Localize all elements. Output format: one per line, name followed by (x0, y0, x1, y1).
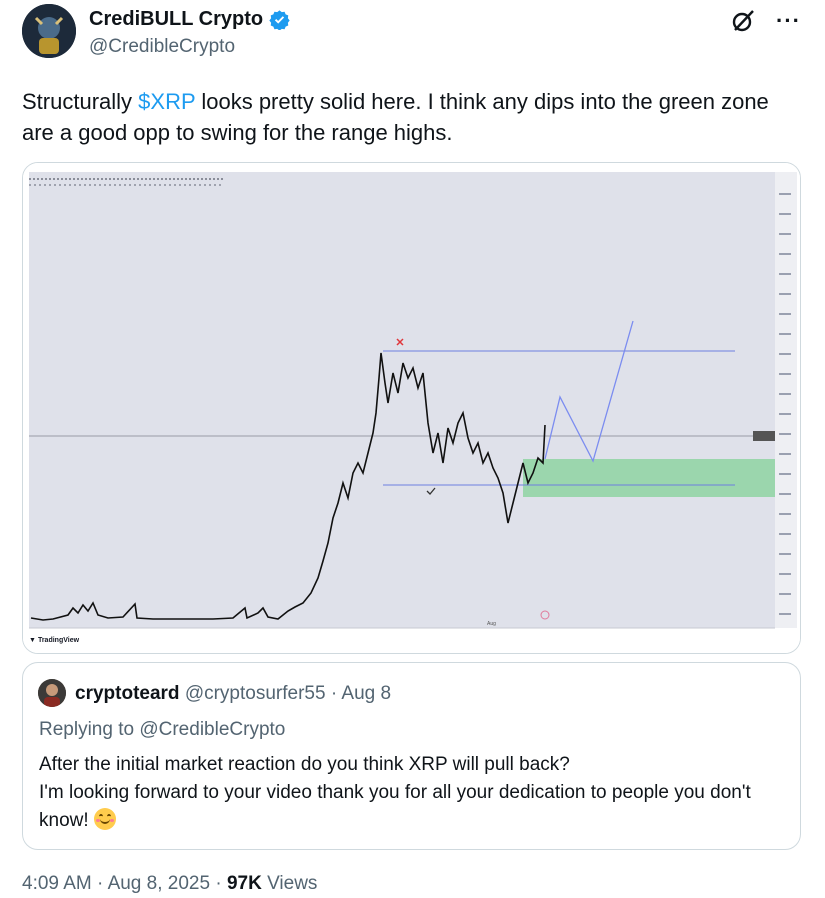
author-name[interactable]: CrediBULL Crypto (89, 8, 290, 31)
replying-prefix: Replying to (39, 719, 140, 740)
tradingview-watermark: ▼ TradingView (29, 637, 79, 644)
tweet-date[interactable]: Aug 8, 2025 (108, 873, 210, 894)
footer-separator-2: · (210, 873, 227, 894)
quote-date[interactable]: Aug 8 (341, 683, 391, 704)
quote-text-line2-wrap: I'm looking forward to your video thank … (39, 779, 779, 835)
more-options-icon[interactable]: ··· (776, 10, 801, 32)
price-axis (775, 172, 797, 628)
grok-icon[interactable] (730, 8, 756, 34)
tweet-text: Structurally $XRP looks pretty solid her… (22, 86, 802, 148)
verified-badge-icon (269, 10, 290, 30)
quote-avatar[interactable] (38, 679, 66, 707)
footer-separator-1: · (91, 873, 108, 894)
tradingview-watermark-text: TradingView (37, 637, 80, 644)
smiling-face-emoji-icon (93, 808, 116, 830)
quote-author-handle[interactable]: @cryptosurfer55 (185, 683, 326, 704)
tweet-time[interactable]: 4:09 AM (22, 873, 92, 894)
current-price-label (753, 431, 775, 441)
quote-separator: · (325, 683, 342, 704)
tradingview-logo-icon: ▼ (29, 637, 36, 644)
tweet-media-chart[interactable]: Aug ▼ TradingView (22, 162, 801, 654)
author-avatar[interactable] (22, 4, 76, 58)
quote-text-line1: After the initial market reaction do you… (39, 754, 570, 775)
author-name-text[interactable]: CrediBULL Crypto (89, 8, 263, 31)
quote-header: cryptoteard @cryptosurfer55 · Aug 8 (75, 683, 391, 705)
cashtag-link[interactable]: $XRP (138, 89, 195, 114)
price-chart: Aug (23, 163, 800, 653)
views-label: Views (261, 873, 318, 894)
replying-to: Replying to @CredibleCrypto (39, 719, 285, 741)
quote-text-line2: I'm looking forward to your video thank … (39, 782, 751, 831)
quote-text: After the initial market reaction do you… (39, 751, 779, 835)
x-tick-aug: Aug (487, 621, 496, 627)
quoted-tweet[interactable]: cryptoteard @cryptosurfer55 · Aug 8 Repl… (22, 662, 801, 850)
chart-plot-area (29, 172, 775, 628)
replying-handle-link[interactable]: @CredibleCrypto (139, 719, 285, 740)
author-handle[interactable]: @CredibleCrypto (89, 36, 235, 58)
tweet-metadata: 4:09 AM · Aug 8, 2025 · 97K Views (22, 873, 317, 895)
quote-author-name[interactable]: cryptoteard (75, 683, 180, 704)
support-zone (523, 459, 775, 497)
tweet-text-before: Structurally (22, 89, 139, 114)
views-count[interactable]: 97K (227, 873, 262, 894)
